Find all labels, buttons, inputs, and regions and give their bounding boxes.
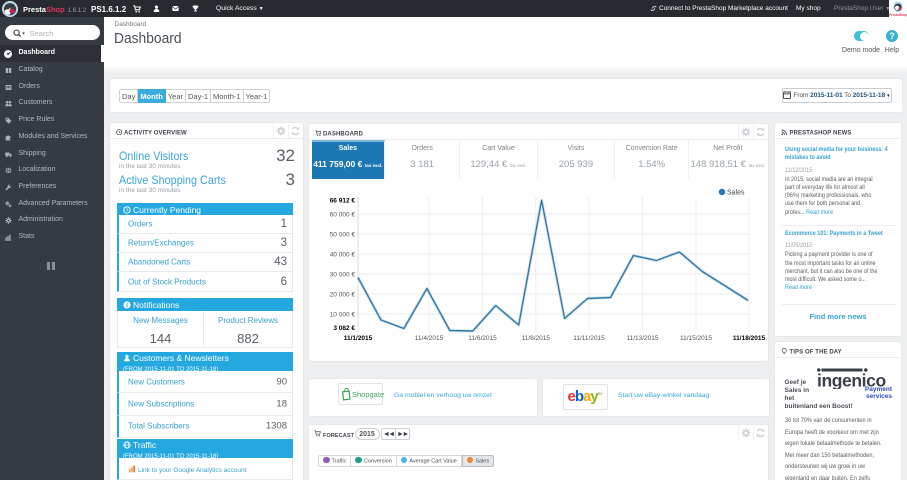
svg-text:20 000 €: 20 000 € (330, 291, 356, 298)
svg-text:3 082 €: 3 082 € (333, 325, 355, 332)
svg-text:60 000 €: 60 000 € (330, 211, 356, 218)
svg-text:11/8/2015: 11/8/2015 (522, 335, 551, 342)
svg-text:11/1/2015: 11/1/2015 (344, 335, 373, 342)
svg-text:40 000 €: 40 000 € (330, 251, 356, 258)
svg-text:11/13/2015: 11/13/2015 (626, 335, 658, 342)
svg-text:11/11/2015: 11/11/2015 (573, 335, 605, 342)
svg-text:Sales: Sales (727, 190, 745, 197)
svg-text:30 000 €: 30 000 € (330, 271, 356, 278)
svg-text:PrestaShop: PrestaShop (889, 13, 907, 17)
svg-text:10 000 €: 10 000 € (330, 311, 356, 318)
svg-text:11/18/2015: 11/18/2015 (733, 335, 766, 342)
svg-text:50 000 €: 50 000 € (330, 231, 356, 238)
svg-text:11/4/2015: 11/4/2015 (415, 335, 444, 342)
svg-text:11/6/2015: 11/6/2015 (468, 335, 497, 342)
svg-text:11/15/2015: 11/15/2015 (680, 335, 712, 342)
svg-text:66 912 €: 66 912 € (330, 198, 356, 205)
